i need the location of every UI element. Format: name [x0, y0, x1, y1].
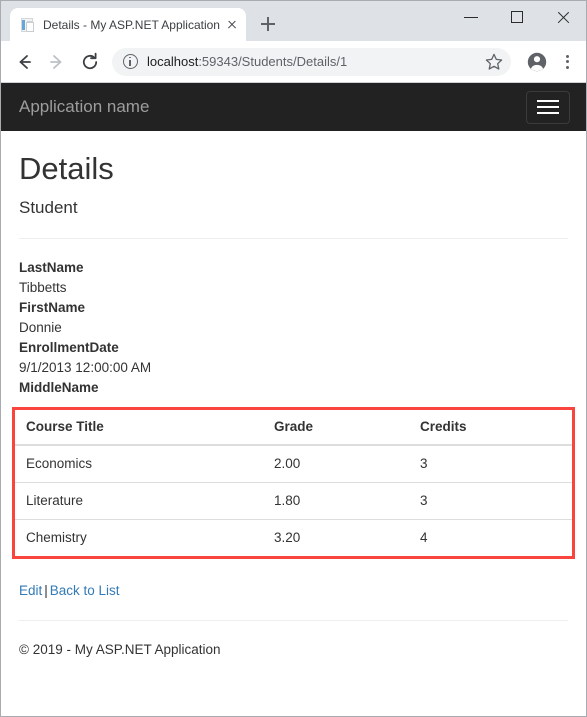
reload-icon[interactable] [75, 47, 105, 77]
maximize-icon[interactable] [494, 1, 540, 33]
navbar-brand[interactable]: Application name [19, 97, 149, 117]
page-title: Details [19, 151, 114, 186]
new-tab-button[interactable] [254, 10, 282, 38]
document-icon [19, 17, 35, 33]
detail-value: Tibbetts [19, 280, 67, 295]
detail-value: 9/1/2013 12:00:00 AM [19, 360, 152, 375]
back-to-list-link[interactable]: Back to List [50, 583, 120, 598]
page-container: Details Student LastName Tibbetts FirstN… [1, 151, 586, 660]
courses-table: Course Title Grade Credits Economics 2.0… [15, 410, 572, 556]
page-subtitle: Student [19, 198, 78, 217]
table-row: Literature 1.80 3 [15, 482, 572, 520]
cell-grade: 3.20 [263, 519, 409, 556]
detail-label: EnrollmentDate [19, 340, 119, 355]
close-icon[interactable] [224, 17, 240, 33]
window-controls [448, 1, 586, 33]
detail-label: MiddleName [19, 380, 99, 395]
arrow-left-icon[interactable] [9, 47, 39, 77]
browser-tab-details[interactable]: Details - My ASP.NET Application [10, 8, 246, 41]
link-separator: | [44, 583, 48, 598]
star-icon[interactable] [481, 49, 507, 75]
cell-credits: 4 [409, 519, 572, 556]
cell-course-title: Economics [15, 444, 263, 483]
student-details-list: LastName Tibbetts FirstName Donnie Enrol… [19, 258, 568, 398]
page-footer: © 2019 - My ASP.NET Application [19, 640, 568, 660]
account-circle-icon[interactable] [523, 48, 551, 76]
cell-grade: 1.80 [263, 482, 409, 520]
divider-top [19, 238, 568, 239]
detail-label: LastName [19, 260, 84, 275]
edit-link[interactable]: Edit [19, 583, 42, 598]
table-row: Chemistry 3.20 4 [15, 519, 572, 556]
detail-value: Donnie [19, 320, 62, 335]
column-header-grade: Grade [263, 410, 409, 446]
copyright-text: © 2019 - My ASP.NET Application [19, 642, 221, 657]
cell-credits: 3 [409, 482, 572, 520]
table-row: Economics 2.00 3 [15, 444, 572, 483]
cell-course-title: Literature [15, 482, 263, 520]
tab-strip: Details - My ASP.NET Application [1, 1, 586, 41]
site-navbar: Application name [1, 83, 586, 131]
page-viewport: Application name Details Student LastNam… [1, 83, 586, 716]
tab-title: Details - My ASP.NET Application [43, 17, 220, 32]
info-circle-icon[interactable] [122, 54, 138, 70]
url-path: :59343/Students/Details/1 [198, 53, 348, 69]
divider-footer [19, 620, 568, 621]
hamburger-menu-icon[interactable] [526, 90, 570, 124]
browser-toolbar: localhost:59343/Students/Details/1 [1, 41, 586, 83]
browser-window: Details - My ASP.NET Application localho… [0, 0, 587, 717]
table-header-row: Course Title Grade Credits [15, 410, 572, 446]
arrow-right-icon [42, 47, 72, 77]
three-dot-menu-icon[interactable] [556, 48, 578, 76]
action-links: Edit | Back to List [19, 581, 568, 601]
column-header-course-title: Course Title [15, 410, 263, 446]
close-icon[interactable] [540, 1, 586, 33]
cell-course-title: Chemistry [15, 519, 263, 556]
cell-grade: 2.00 [263, 444, 409, 483]
url-text: localhost:59343/Students/Details/1 [147, 54, 481, 70]
minimize-icon[interactable] [448, 1, 494, 33]
address-bar[interactable]: localhost:59343/Students/Details/1 [112, 47, 511, 76]
cell-credits: 3 [409, 444, 572, 483]
url-host: localhost [147, 53, 199, 69]
detail-label: FirstName [19, 300, 86, 315]
courses-highlight-box: Course Title Grade Credits Economics 2.0… [12, 407, 575, 559]
column-header-credits: Credits [409, 410, 572, 446]
